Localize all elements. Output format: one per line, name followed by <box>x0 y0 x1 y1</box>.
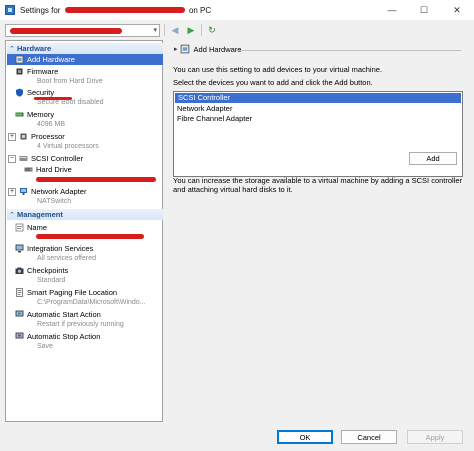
intro-text: You can use this setting to add devices … <box>173 65 383 74</box>
scsi-controller-icon <box>19 156 28 161</box>
dialog-footer: OK Cancel Apply <box>0 424 474 451</box>
title-prefix: Settings for <box>20 5 61 15</box>
stop-action-icon <box>15 332 24 339</box>
chevron-down-icon: ▾ <box>153 26 157 34</box>
close-button[interactable]: ✕ <box>440 0 474 20</box>
ok-button[interactable]: OK <box>277 430 333 444</box>
sidebar-item-add-hardware[interactable]: Add Hardware <box>7 54 163 65</box>
section-title: Add Hardware <box>193 44 242 54</box>
red-underline-annotation <box>34 97 72 100</box>
maximize-button[interactable]: ☐ <box>408 0 440 20</box>
note-text-line2: and attaching virtual hard disks to it. <box>173 185 293 194</box>
hard-drive-icon <box>24 167 33 172</box>
expand-icon[interactable]: + <box>8 132 16 141</box>
sidebar-item-automatic-stop-action[interactable]: Automatic Stop Action Save <box>6 331 162 352</box>
shield-icon <box>16 88 23 97</box>
add-button[interactable]: Add <box>409 152 457 165</box>
minimize-button[interactable]: — <box>376 0 408 20</box>
toolbar-separator <box>201 24 202 36</box>
paging-file-icon <box>16 288 23 297</box>
collapse-icon[interactable]: − <box>8 154 16 163</box>
section-header: ▸ Add Hardware <box>174 44 241 54</box>
processor-icon <box>20 133 27 140</box>
cancel-button[interactable]: Cancel <box>341 430 397 444</box>
vm-selector-dropdown[interactable]: ▾ <box>5 23 160 37</box>
network-adapter-icon <box>20 188 27 195</box>
details-pane: ▸ Add Hardware You can use this setting … <box>166 40 469 422</box>
sidebar-item-network-adapter[interactable]: + Network Adapter NATSwitch <box>6 186 162 207</box>
firmware-chip-icon <box>16 68 23 75</box>
sidebar-item-firmware[interactable]: Firmware Boot from Hard Drive <box>6 66 162 87</box>
apply-button[interactable]: Apply <box>407 430 463 444</box>
sidebar-item-automatic-start-action[interactable]: Automatic Start Action Restart if previo… <box>6 309 162 330</box>
list-item-fibre-channel-adapter[interactable]: Fibre Channel Adapter <box>174 114 462 124</box>
hyperv-settings-icon <box>5 5 15 15</box>
sidebar-item-integration-services[interactable]: Integration Services All services offere… <box>6 243 162 264</box>
window-controls: — ☐ ✕ <box>376 0 474 20</box>
list-item-scsi-controller[interactable]: SCSI Controller <box>175 93 461 103</box>
start-action-icon <box>15 310 24 317</box>
settings-tree: ⌃ Hardware Add Hardware Firmware Boot fr… <box>5 40 163 422</box>
sidebar-item-processor[interactable]: + Processor 4 Virtual processors <box>6 131 162 152</box>
hardware-section-header[interactable]: ⌃ Hardware <box>7 43 163 54</box>
sidebar-item-smart-paging[interactable]: Smart Paging File Location C:\ProgramDat… <box>6 287 162 308</box>
checkpoint-camera-icon <box>15 267 24 274</box>
sidebar-item-memory[interactable]: Memory 4096 MB <box>6 109 162 130</box>
redacted-vm-name-value <box>36 234 144 239</box>
title-suffix: on PC <box>188 5 212 15</box>
redacted-vm-name <box>64 7 185 14</box>
name-tag-icon <box>15 223 24 232</box>
sidebar-item-security[interactable]: Security Secure Boot disabled <box>6 87 162 108</box>
management-section-header[interactable]: ⌃ Management <box>7 209 163 220</box>
redacted-vm-selection <box>10 27 122 34</box>
bullet-icon: ▸ <box>174 46 178 53</box>
refresh-icon[interactable]: ↻ <box>206 24 218 36</box>
note-text-line1: You can increase the storage available t… <box>173 176 463 185</box>
forward-arrow-icon[interactable]: ▶ <box>185 24 197 36</box>
list-item-network-adapter[interactable]: Network Adapter <box>174 104 462 114</box>
add-hardware-icon <box>180 44 189 54</box>
toolbar: ▾ ◀ ▶ ↻ <box>0 20 474 40</box>
integration-services-icon <box>15 244 24 253</box>
window-title: Settings for on PC <box>20 6 211 15</box>
header-divider <box>236 50 461 51</box>
collapse-icon: ⌃ <box>9 45 15 53</box>
back-arrow-icon[interactable]: ◀ <box>169 24 181 36</box>
sidebar-item-hard-drive[interactable]: Hard Drive <box>6 164 162 175</box>
instruction-text: Select the devices you want to add and c… <box>173 78 373 87</box>
collapse-icon: ⌃ <box>9 211 15 219</box>
title-bar: Settings for on PC — ☐ ✕ <box>0 0 474 20</box>
redacted-drive-path <box>36 177 156 182</box>
sidebar-item-name[interactable]: Name <box>6 222 162 233</box>
toolbar-separator <box>164 24 165 36</box>
sidebar-item-scsi-controller[interactable]: − SCSI Controller <box>6 153 162 164</box>
add-hardware-icon <box>15 55 24 64</box>
sidebar-item-checkpoints[interactable]: Checkpoints Standard <box>6 265 162 286</box>
expand-icon[interactable]: + <box>8 187 16 196</box>
memory-icon <box>15 112 24 117</box>
